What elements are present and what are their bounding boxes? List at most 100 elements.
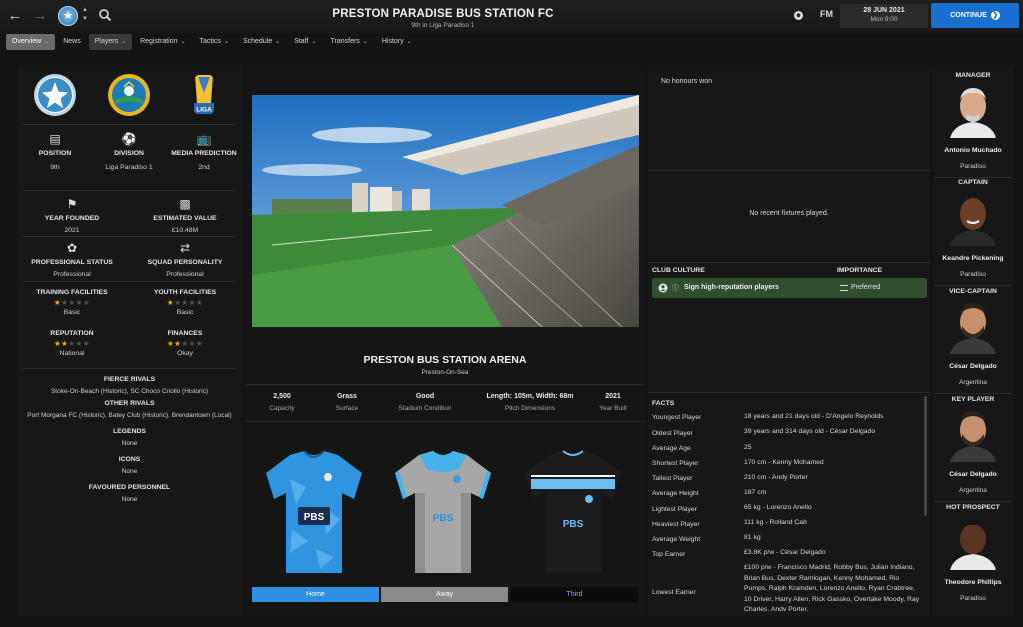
fact-label: Lightest Player xyxy=(652,506,697,513)
training-facilities-stat[interactable]: TRAINING FACILITIES ★★★★★ Basic xyxy=(27,289,117,316)
reputation-stat[interactable]: REPUTATION ★★★★★ National xyxy=(27,330,117,357)
kit-tab-away[interactable]: Away xyxy=(381,587,508,602)
tab-overview[interactable]: Overview ⌄ xyxy=(6,34,56,50)
stat-value: Professional xyxy=(53,271,91,278)
tab-label: Tactics xyxy=(199,38,221,45)
kit-tab-third[interactable]: Third xyxy=(511,587,638,602)
club-crest-icon[interactable] xyxy=(33,73,77,117)
icons-label: ICONS xyxy=(118,456,141,463)
stadium-photo[interactable] xyxy=(252,95,639,327)
kit-sponsor-text: PBS xyxy=(433,513,454,524)
date-display[interactable]: 28 JUN 2021 Mon 9:00 xyxy=(840,4,928,28)
importance-header: IMPORTANCE xyxy=(837,267,883,274)
home-kit[interactable]: PBS xyxy=(260,449,368,577)
stat-label: YOUTH FACILITIES xyxy=(153,289,217,296)
fact-label: Top Earner xyxy=(652,551,686,558)
fm-menu-icon[interactable]: FM xyxy=(820,9,833,19)
fact-value[interactable]: 65 kg - Lorenzo Anello xyxy=(744,503,924,514)
key-player-avatar[interactable] xyxy=(946,406,1000,462)
tab-staff[interactable]: Staff ⌄ xyxy=(288,34,322,50)
back-arrow-icon[interactable]: ← xyxy=(6,7,24,25)
fact-label: Average Height xyxy=(652,490,699,497)
captain-avatar[interactable] xyxy=(946,190,1000,246)
tab-bar: Overview ⌄ News Players ⌄ Registration ⌄ Ta… xyxy=(6,34,418,51)
forward-arrow-icon[interactable]: → xyxy=(31,7,49,25)
rivals-section: FIERCE RIVALS Stoke-On-Beach (Historic),… xyxy=(17,376,242,512)
stat-value: Professional xyxy=(166,271,204,278)
chevron-down-icon: ⌄ xyxy=(275,39,281,45)
date-label: 28 JUN 2021 xyxy=(863,7,905,14)
tab-registration[interactable]: Registration ⌄ xyxy=(134,34,191,50)
fact-value[interactable]: 210 cm - Andy Porter xyxy=(744,473,924,484)
professional-status-stat: ✿ PROFESSIONAL STATUS Professional xyxy=(27,241,117,278)
kit-tab-home[interactable]: Home xyxy=(252,587,379,602)
tab-players[interactable]: Players ⌄ xyxy=(88,34,133,50)
info-icon[interactable]: ⓘ xyxy=(672,283,679,293)
third-kit[interactable]: PBS xyxy=(519,449,627,577)
vice-captain-avatar[interactable] xyxy=(946,298,1000,354)
club-info-panel: LIGA ▤ POSITION 9th ⚽ DIVISION Liga Para… xyxy=(17,66,242,616)
stat-label: ESTIMATED VALUE xyxy=(153,215,217,222)
manager-name[interactable]: Antonio Muchado xyxy=(933,147,1013,154)
stat-value: 2nd xyxy=(198,164,210,171)
legends-label: LEGENDS xyxy=(113,428,146,435)
fact-value[interactable]: 18 years and 21 days old - D'Angelo Reyn… xyxy=(744,412,924,423)
chevron-down-icon: ⌄ xyxy=(362,39,368,45)
finances-stat[interactable]: FINANCES ★★★★★ Okay xyxy=(140,330,230,357)
continue-button[interactable]: CONTINUE ❯ xyxy=(931,3,1019,28)
role-vice-captain: VICE-CAPTAIN xyxy=(949,288,997,295)
media-prediction-stat: 📺 MEDIA PREDICTION 2nd xyxy=(159,132,249,171)
fact-value[interactable]: £3.8K p/w - César Delgado xyxy=(744,548,924,559)
captain-name[interactable]: Keandre Pickening xyxy=(933,255,1013,262)
youth-facilities-stat[interactable]: YOUTH FACILITIES ★★★★★ Basic xyxy=(140,289,230,316)
pitch-dimensions-stat: Length: 105m, Width: 68m Pitch Dimension… xyxy=(475,393,585,412)
time-label: Mon 9:00 xyxy=(870,16,898,23)
other-rivals-value[interactable]: Port Morgana FC (Historic), Batey Club (… xyxy=(17,411,242,420)
tab-label: Registration xyxy=(140,38,178,45)
club-culture-header: CLUB CULTURE xyxy=(652,267,705,274)
key-player-name[interactable]: César Delgado xyxy=(933,471,1013,478)
fact-value[interactable]: 111 kg - Rolland Cab xyxy=(744,518,924,529)
liga-logo-text: LIGA xyxy=(196,107,212,114)
stadium-name[interactable]: PRESTON BUS STATION ARENA xyxy=(245,354,645,366)
fixtures-empty-text: No recent fixtures played. xyxy=(749,210,829,217)
facts-scrollbar[interactable] xyxy=(924,396,927,516)
fact-value[interactable]: £100 p/w - Francisco Madrid, Robby Bus, … xyxy=(744,563,924,611)
key-player-nation: Argentina xyxy=(959,487,987,494)
stat-value: 2021 xyxy=(605,393,621,400)
tab-label: Schedule xyxy=(242,38,273,45)
tab-history[interactable]: History ⌄ xyxy=(376,34,418,50)
fact-value[interactable]: 170 cm - Kenny Mohamed xyxy=(744,458,924,469)
star-rating: ★★★★★ xyxy=(53,298,91,307)
club-badge-icon[interactable]: ★ xyxy=(58,6,78,26)
chevron-down-icon: ⌄ xyxy=(311,39,317,45)
division-logo-icon[interactable] xyxy=(107,73,151,117)
club-details-panel: No honours won No recent fixtures played… xyxy=(648,66,930,616)
stat-label: FINANCES xyxy=(167,330,203,337)
hot-prospect-avatar[interactable] xyxy=(946,514,1000,570)
liga-logo-icon[interactable]: LIGA xyxy=(189,73,219,117)
tab-news[interactable]: News xyxy=(57,34,87,50)
tab-transfers[interactable]: Transfers ⌄ xyxy=(324,34,373,50)
fact-value[interactable]: 39 years and 314 days old - César Delgad… xyxy=(744,427,924,438)
kit-sponsor-text: PBS xyxy=(304,512,325,523)
search-icon[interactable] xyxy=(98,8,112,22)
stadium-location[interactable]: Preston-On-Sea xyxy=(245,369,645,376)
vice-captain-name[interactable]: César Delgado xyxy=(933,363,1013,370)
tab-tactics[interactable]: Tactics ⌄ xyxy=(194,34,235,50)
manager-avatar[interactable] xyxy=(946,82,1000,138)
ball-icon[interactable] xyxy=(793,10,804,21)
fierce-rivals-value[interactable]: Stoke-On-Beach (Historic), SC Choco Crio… xyxy=(17,387,242,396)
tab-label: Overview xyxy=(12,38,42,45)
hot-prospect-name[interactable]: Theodore Phillips xyxy=(933,579,1013,586)
tab-schedule[interactable]: Schedule ⌄ xyxy=(237,34,286,50)
role-hot-prospect: HOT PROSPECT xyxy=(946,504,1000,511)
club-switch-icon[interactable]: ▲ ▼ xyxy=(81,6,89,24)
chevron-down-icon: ⌄ xyxy=(406,39,412,45)
star-rating: ★★★★★ xyxy=(166,298,204,307)
vice-captain-nation: Argentina xyxy=(959,379,987,386)
club-culture-row[interactable]: ⓘ Sign high-reputation players Preferred xyxy=(652,278,927,298)
away-kit[interactable]: PBS xyxy=(389,449,497,577)
year-founded-stat: ⚑ YEAR FOUNDED 2021 xyxy=(27,197,117,234)
legends-value: None xyxy=(121,440,138,447)
